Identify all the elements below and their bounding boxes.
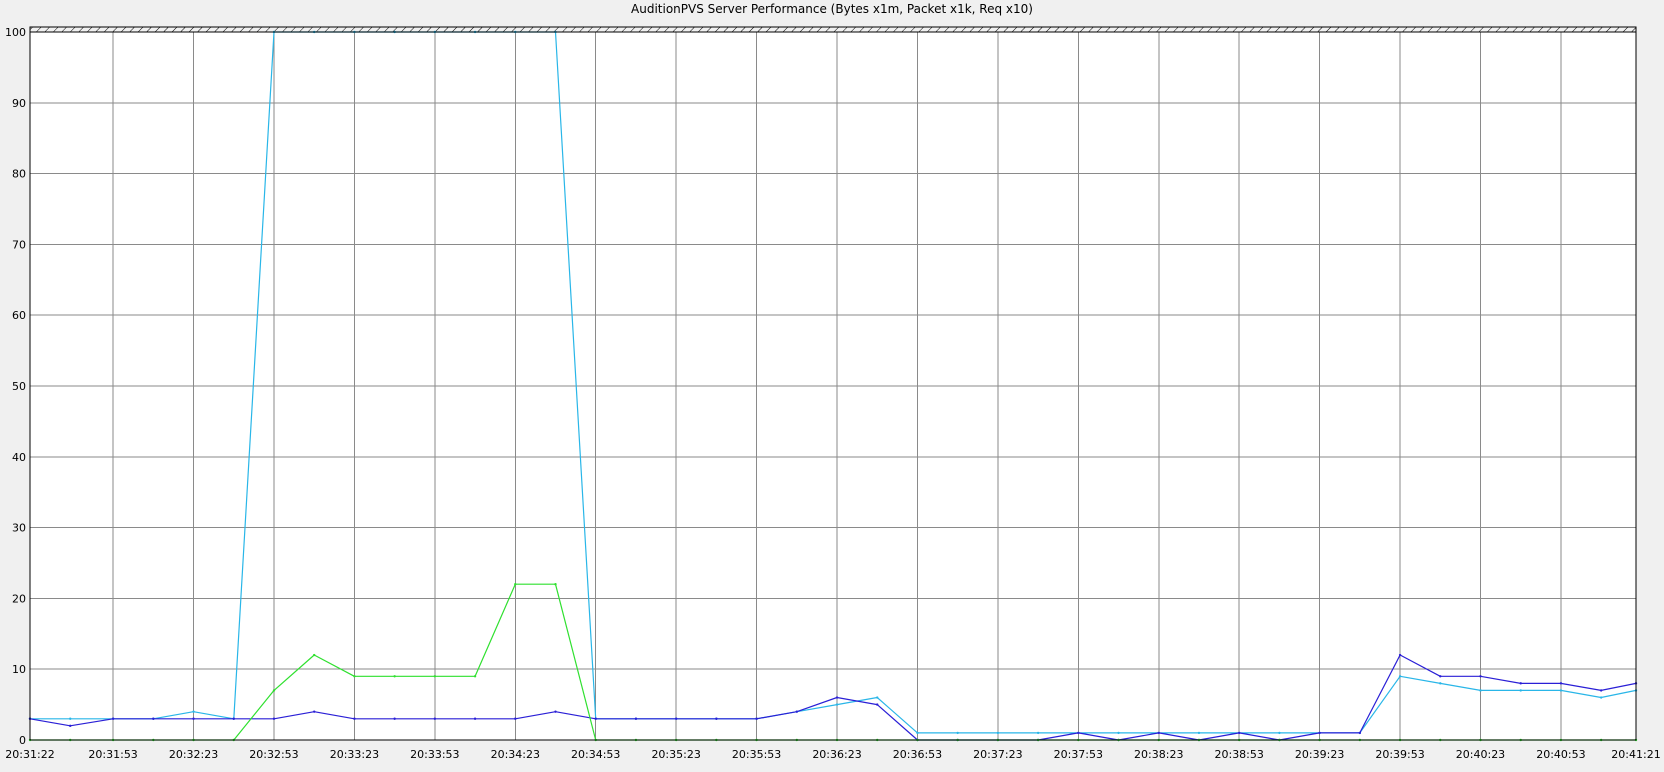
data-point xyxy=(674,717,678,720)
x-tick-label: 20:35:23 xyxy=(651,748,700,761)
data-point xyxy=(192,710,195,713)
data-point xyxy=(514,583,517,586)
data-point xyxy=(594,717,597,720)
y-tick-label: 70 xyxy=(12,238,26,251)
data-point xyxy=(1439,682,1442,685)
data-point xyxy=(876,696,879,699)
data-point xyxy=(353,717,356,720)
y-tick-label: 50 xyxy=(12,380,26,393)
x-tick-label: 20:32:23 xyxy=(169,748,218,761)
x-tick-label: 20:34:23 xyxy=(491,748,540,761)
data-point xyxy=(1599,689,1603,692)
chart-title: AuditionPVS Server Performance (Bytes x1… xyxy=(631,2,1033,16)
data-point xyxy=(473,675,477,678)
x-tick-label: 20:35:53 xyxy=(732,748,781,761)
performance-chart: AuditionPVS Server Performance (Bytes x1… xyxy=(5,2,1661,761)
data-point xyxy=(755,717,758,720)
data-point xyxy=(1559,689,1563,692)
x-tick-label: 20:37:23 xyxy=(973,748,1022,761)
x-tick-label: 20:39:53 xyxy=(1375,748,1424,761)
y-tick-label: 30 xyxy=(12,522,26,535)
x-tick-label: 20:36:53 xyxy=(893,748,942,761)
data-point xyxy=(1519,682,1522,685)
data-point xyxy=(393,717,396,720)
x-tick-label: 20:41:21 xyxy=(1611,748,1660,761)
data-point xyxy=(1278,731,1281,735)
overflow-band xyxy=(29,26,1637,33)
data-point xyxy=(554,710,557,713)
data-point xyxy=(1036,731,1040,735)
data-point xyxy=(272,689,276,692)
data-point xyxy=(1439,675,1442,678)
data-point xyxy=(433,717,437,720)
data-point xyxy=(152,717,155,720)
data-point xyxy=(473,717,477,720)
y-tick-label: 10 xyxy=(12,663,26,676)
data-point xyxy=(313,653,316,657)
x-tick-label: 20:40:53 xyxy=(1536,748,1585,761)
x-tick-label: 20:40:23 xyxy=(1456,748,1505,761)
data-point xyxy=(634,717,638,720)
x-tick-label: 20:33:53 xyxy=(410,748,459,761)
data-point xyxy=(1237,731,1241,735)
x-tick-label: 20:38:53 xyxy=(1214,748,1263,761)
data-point xyxy=(1559,682,1563,685)
data-point xyxy=(514,717,517,720)
data-point xyxy=(956,731,959,735)
x-tick-label: 20:31:22 xyxy=(5,748,54,761)
x-tick-label: 20:33:23 xyxy=(330,748,379,761)
x-tick-label: 20:37:53 xyxy=(1054,748,1103,761)
x-tick-label: 20:32:53 xyxy=(249,748,298,761)
data-point xyxy=(835,703,839,706)
data-point xyxy=(835,696,839,699)
y-tick-label: 60 xyxy=(12,309,26,322)
data-point xyxy=(232,717,235,720)
data-point xyxy=(916,731,919,735)
data-point xyxy=(876,703,879,706)
data-point xyxy=(715,717,718,720)
data-point xyxy=(393,675,396,678)
x-tick-label: 20:36:23 xyxy=(812,748,861,761)
data-point xyxy=(192,717,195,720)
data-point xyxy=(554,583,557,586)
data-point xyxy=(1398,653,1402,657)
data-point xyxy=(1599,696,1603,699)
data-point xyxy=(996,731,1000,735)
y-tick-label: 40 xyxy=(12,451,26,464)
data-point xyxy=(1479,689,1482,692)
data-point xyxy=(1398,675,1402,678)
plot-area: 0 10 20 30 40 50 60 70 80 90 100 20:31:22 20:31:53 20… xyxy=(5,26,1661,761)
y-tick-label: 90 xyxy=(12,97,26,110)
data-point xyxy=(1358,731,1362,735)
y-tick-label: 100 xyxy=(5,26,26,39)
data-point xyxy=(795,710,799,713)
data-point xyxy=(353,675,356,678)
data-point xyxy=(1318,731,1321,735)
data-point xyxy=(1519,689,1522,692)
data-point xyxy=(1197,731,1201,735)
x-tick-label: 20:39:23 xyxy=(1295,748,1344,761)
data-point xyxy=(1157,731,1160,735)
data-point xyxy=(1479,675,1482,678)
x-tick-label: 20:38:23 xyxy=(1134,748,1183,761)
y-tick-label: 0 xyxy=(19,734,26,747)
data-point xyxy=(111,717,115,720)
x-tick-label: 20:34:53 xyxy=(571,748,620,761)
data-point xyxy=(313,710,316,713)
y-tick-label: 80 xyxy=(12,168,26,181)
data-point xyxy=(69,724,72,728)
data-point xyxy=(272,717,276,720)
data-point xyxy=(433,675,437,678)
data-point xyxy=(69,717,72,720)
y-tick-label: 20 xyxy=(12,592,26,605)
x-tick-label: 20:31:53 xyxy=(88,748,137,761)
data-point xyxy=(1077,731,1080,735)
data-point xyxy=(1117,731,1120,735)
